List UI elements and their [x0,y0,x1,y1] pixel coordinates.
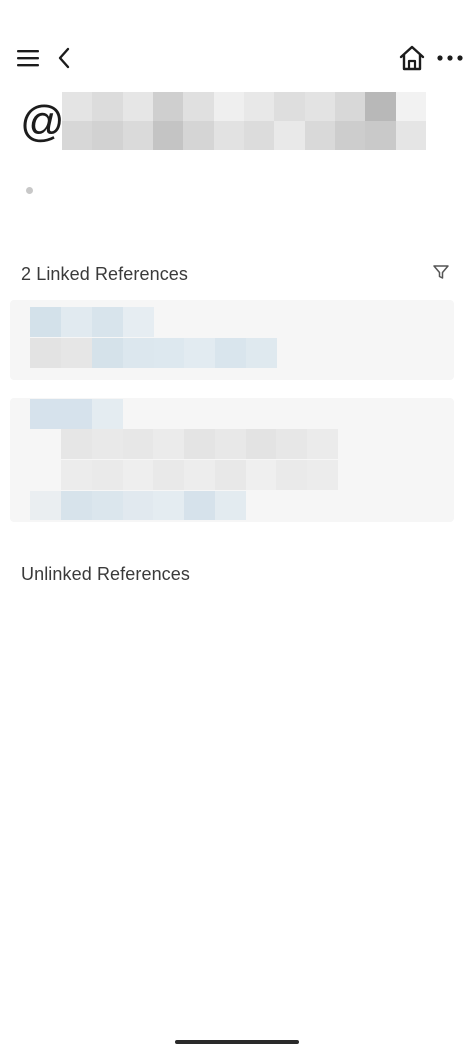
home-button[interactable] [396,40,428,76]
more-horizontal-icon [437,55,463,61]
redacted-reference-text [30,491,247,520]
home-indicator [175,1040,299,1044]
redacted-reference-text [30,338,277,368]
back-button[interactable] [50,40,78,76]
hamburger-menu-icon [17,50,39,67]
top-toolbar [0,40,474,76]
redacted-reference-title [30,399,123,429]
page-title-prefix: @ [20,97,65,146]
empty-block-bullet[interactable] [26,187,33,194]
more-options-button[interactable] [434,40,466,76]
linked-reference-item[interactable] [10,300,454,380]
page-title[interactable]: @ [20,92,440,152]
redacted-reference-title [30,307,154,337]
menu-button[interactable] [12,40,44,76]
unlinked-references-heading[interactable]: Unlinked References [21,564,190,585]
filter-icon [433,265,449,279]
chevron-left-icon [58,47,70,69]
redacted-reference-text [61,429,339,459]
linked-reference-item[interactable] [10,398,454,522]
redacted-reference-text [61,460,339,490]
linked-references-heading[interactable]: 2 Linked References [21,264,188,285]
filter-button[interactable] [428,260,454,284]
redacted-title [62,92,426,150]
home-icon [399,45,425,71]
